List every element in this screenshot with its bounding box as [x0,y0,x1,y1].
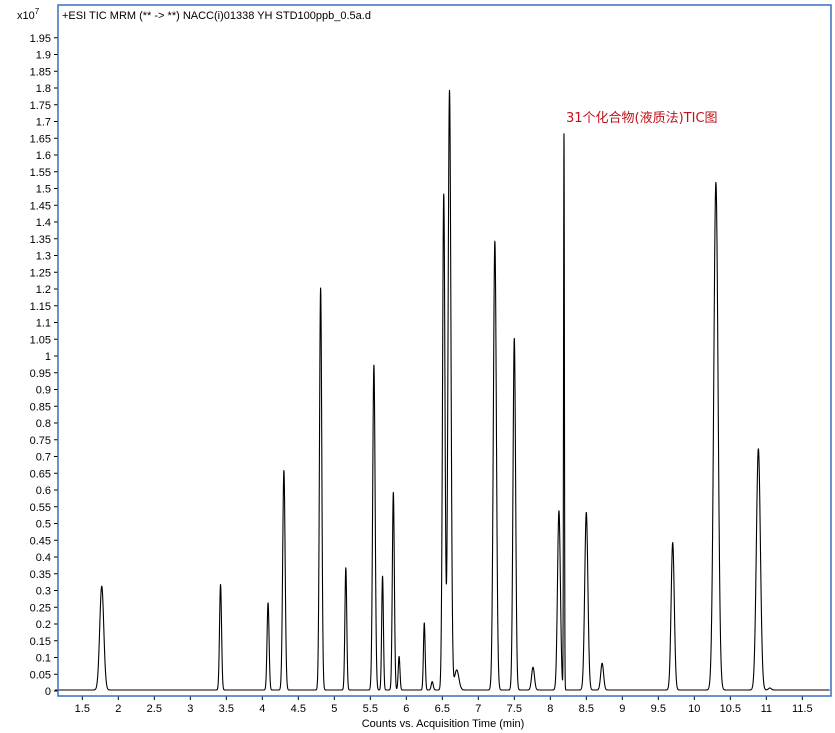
y-tick-label: 1.95 [30,33,51,45]
y-tick-label: 0.45 [30,535,51,547]
y-tick-label: 1.5 [36,184,51,196]
x-tick-label: 4 [259,703,265,715]
y-tick-label: 0.4 [36,552,51,564]
y-tick-label: 0.6 [36,485,51,497]
y-tick-label: 0.35 [30,569,51,581]
y-tick-label: 1.45 [30,200,51,212]
x-tick-label: 11.5 [792,703,813,715]
x-tick-label: 6.5 [435,703,450,715]
y-tick-label: 1.85 [30,66,51,78]
x-axis-title: Counts vs. Acquisition Time (min) [362,718,525,730]
y-tick-label: 1.9 [36,50,51,62]
x-tick-label: 2 [115,703,121,715]
y-tick-label: 1.25 [30,267,51,279]
x-tick-label: 8 [547,703,553,715]
y-tick-label: 0.55 [30,502,51,514]
x-tick-label: 3.5 [219,703,234,715]
y-tick-label: 0.65 [30,468,51,480]
y-tick-label: 0 [45,686,51,698]
y-tick-label: 0.75 [30,435,51,447]
x-tick-label: 6 [403,703,409,715]
x-tick-label: 9 [619,703,625,715]
y-tick-label: 1.75 [30,100,51,112]
y-tick-label: 0.3 [36,586,51,598]
x-tick-label: 7.5 [507,703,522,715]
y-tick-label: 1.15 [30,301,51,313]
x-tick-label: 5.5 [363,703,378,715]
y-tick-label: 0.95 [30,368,51,380]
y-tick-label: 0.2 [36,619,51,631]
y-tick-label: 0.05 [30,669,51,681]
y-tick-label: 0.9 [36,385,51,397]
x-tick-label: 10.5 [720,703,741,715]
y-tick-label: 1.35 [30,234,51,246]
plot-title: +ESI TIC MRM (** -> **) NACC(i)01338 YH … [62,10,371,22]
x-tick-label: 10 [688,703,700,715]
x-tick-label: 2.5 [147,703,162,715]
y-tick-label: 0.8 [36,418,51,430]
y-tick-label: 1 [45,351,51,363]
y-tick-label: 1.2 [36,284,51,296]
y-tick-label: 1.65 [30,133,51,145]
x-tick-label: 5 [331,703,337,715]
chart-background [0,0,835,733]
y-tick-label: 0.1 [36,653,51,665]
x-tick-label: 9.5 [651,703,666,715]
x-tick-label: 11 [761,703,772,715]
y-tick-label: 0.7 [36,452,51,464]
y-tick-label: 0.15 [30,636,51,648]
x-tick-label: 4.5 [291,703,306,715]
y-tick-label: 1.55 [30,167,51,179]
x-tick-label: 7 [475,703,481,715]
y-tick-label: 0.25 [30,602,51,614]
y-tick-label: 1.3 [36,251,51,263]
y-tick-label: 1.7 [36,117,51,129]
y-tick-label: 1.8 [36,83,51,95]
x-tick-label: 1.5 [75,703,90,715]
tic-chart: 0 0.05 0.1 0.15 0.2 0.25 0.3 0.35 0.4 0.45 0.5 0.55… [0,0,835,733]
chart-annotation: 31个化合物(液质法)TIC图 [566,111,718,126]
x-tick-label: 8.5 [579,703,594,715]
x-tick-label: 3 [187,703,193,715]
y-tick-label: 0.5 [36,519,51,531]
y-tick-label: 1.6 [36,150,51,162]
y-tick-label: 0.85 [30,401,51,413]
y-tick-label: 1.4 [36,217,51,229]
y-tick-label: 1.1 [36,318,51,330]
y-tick-label: 1.05 [30,334,51,346]
